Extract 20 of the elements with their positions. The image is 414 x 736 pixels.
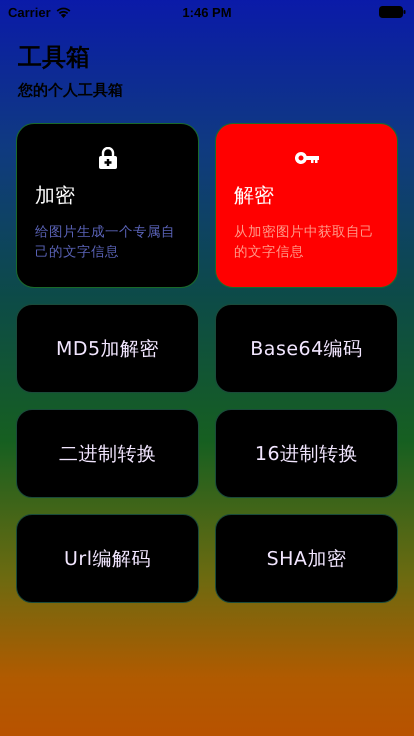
feature-card[interactable]: 加密 给图片生成一个专属自己的文字信息 (16, 123, 199, 288)
page-subtitle: 您的个人工具箱 (18, 80, 124, 100)
wifi-icon (56, 6, 71, 18)
battery-icon (378, 6, 406, 18)
card-description: 从加密图片中获取自己的文字信息 (234, 223, 375, 262)
card-description: 给图片生成一个专属自己的文字信息 (35, 223, 176, 262)
feature-card[interactable]: 解密 从加密图片中获取自己的文字信息 (215, 123, 398, 288)
tool-button[interactable]: Url编解码 (16, 514, 199, 603)
lock-plus-icon (98, 147, 116, 169)
page-title: 工具箱 (18, 42, 91, 72)
card-title: 解密 (234, 182, 275, 208)
carrier-label: Carrier (8, 4, 51, 20)
tool-button[interactable]: 16进制转换 (215, 409, 398, 498)
tool-button[interactable]: Base64编码 (215, 304, 398, 393)
clock-time: 1:46 PM (182, 4, 232, 20)
card-title: 加密 (35, 182, 76, 208)
tool-button[interactable]: 二进制转换 (16, 409, 199, 498)
key-icon (294, 151, 318, 165)
tool-button[interactable]: SHA加密 (215, 514, 398, 603)
tool-button[interactable]: MD5加解密 (16, 304, 199, 393)
